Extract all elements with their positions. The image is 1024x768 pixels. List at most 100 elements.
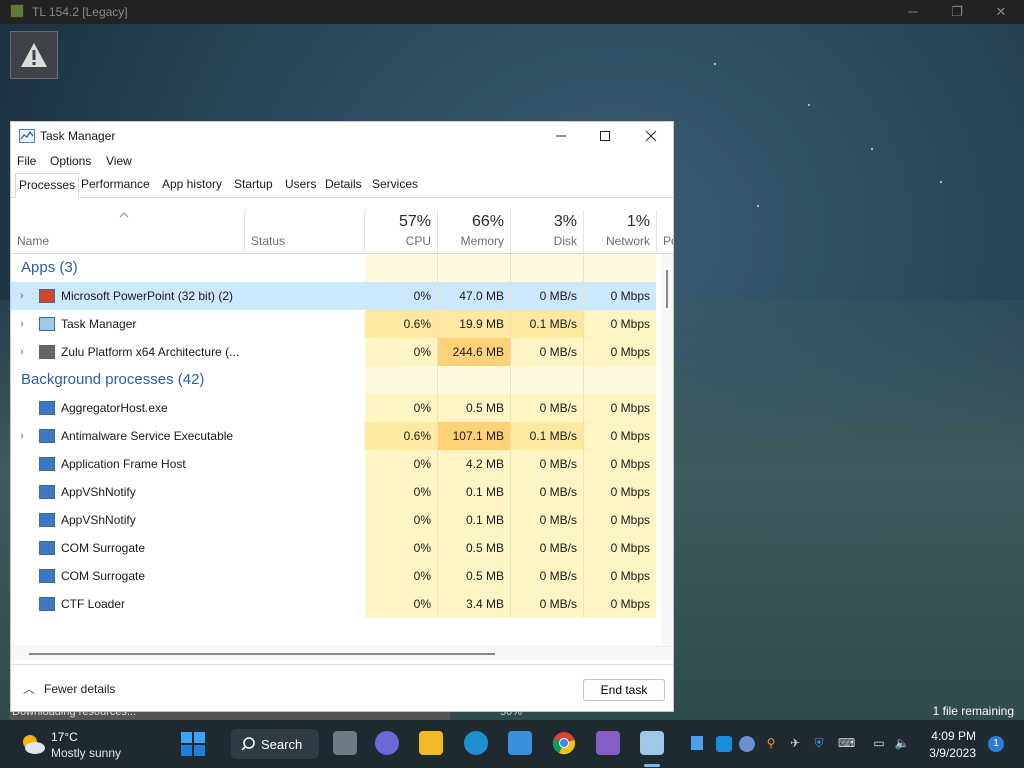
process-name: Task Manager: [61, 317, 137, 331]
column-status[interactable]: Status: [245, 210, 365, 254]
tab-users[interactable]: Users: [282, 173, 319, 198]
tab-services[interactable]: Services: [369, 173, 421, 198]
clock-date[interactable]: 3/9/2023: [916, 746, 976, 760]
edge-icon[interactable]: [464, 731, 488, 755]
weather-description[interactable]: Mostly sunny: [51, 746, 121, 760]
close-button[interactable]: [628, 122, 674, 150]
minimize-button[interactable]: [538, 122, 584, 150]
table-row[interactable]: CTF Loader 0% 3.4 MB 0 MB/s 0 Mbps: [11, 590, 656, 618]
tab-startup[interactable]: Startup: [231, 173, 276, 198]
file-explorer-icon[interactable]: [419, 731, 443, 755]
vertical-scrollbar[interactable]: [661, 254, 673, 646]
column-cpu[interactable]: 57% CPU: [365, 210, 438, 254]
menu-bar: File Options View: [11, 150, 673, 172]
menu-options[interactable]: Options: [50, 154, 91, 168]
table-row[interactable]: › Antimalware Service Executable 0.6% 107.1…: [11, 422, 656, 450]
scroll-thumb[interactable]: [666, 270, 668, 308]
process-icon: [39, 513, 55, 527]
close-button[interactable]: ✕: [986, 2, 1016, 22]
visual-studio-icon[interactable]: [596, 731, 620, 755]
clock-time[interactable]: 4:09 PM: [924, 729, 976, 743]
table-row[interactable]: AppVShNotify 0% 0.1 MB 0 MB/s 0 Mbps: [11, 506, 656, 534]
group-header: Background processes (42): [21, 371, 205, 388]
column-disk[interactable]: 3% Disk: [511, 210, 584, 254]
process-icon: [39, 485, 55, 499]
column-memory[interactable]: 66% Memory: [438, 210, 511, 254]
weather-temperature[interactable]: 17°C: [51, 730, 78, 744]
tray-sync-icon[interactable]: [716, 736, 732, 752]
tray-search-icon[interactable]: ⚲: [763, 736, 779, 752]
expand-chevron-icon[interactable]: ›: [20, 338, 24, 366]
group-background: Background processes (42): [11, 366, 656, 394]
menu-view[interactable]: View: [106, 154, 132, 168]
column-network[interactable]: 1% Network: [584, 210, 657, 254]
cell-net: 0 Mbps: [584, 506, 656, 534]
tray-security-icon[interactable]: ⛨: [811, 736, 827, 752]
task-view-icon[interactable]: [333, 731, 357, 755]
chrome-icon[interactable]: [552, 731, 576, 755]
table-row[interactable]: › Zulu Platform x64 Architecture (... 0% 24…: [11, 338, 656, 366]
cell-cpu: 0%: [365, 590, 438, 618]
table-row[interactable]: Application Frame Host 0% 4.2 MB 0 MB/s 0 Mb…: [11, 450, 656, 478]
star: [808, 104, 810, 106]
process-name: Antimalware Service Executable: [61, 429, 234, 443]
end-task-button[interactable]: End task: [583, 679, 665, 701]
cell-disk: 0.1 MB/s: [511, 422, 584, 450]
process-name: COM Surrogate: [61, 541, 146, 555]
cell-cpu: 0.6%: [365, 422, 438, 450]
game-window-titlebar: TL 154.2 [Legacy] ─ ❐ ✕: [0, 0, 1024, 24]
column-name[interactable]: Name: [11, 210, 245, 254]
display-icon[interactable]: ▭: [871, 736, 887, 752]
chat-icon[interactable]: [375, 731, 399, 755]
task-manager-titlebar: Task Manager: [11, 122, 673, 150]
process-list: Apps (3) › Microsoft PowerPoint (32 bit) (…: [11, 254, 656, 646]
minecraft-icon: [10, 4, 24, 18]
keyboard-icon[interactable]: ⌨: [838, 736, 855, 752]
cell-disk: 0 MB/s: [511, 590, 584, 618]
table-row[interactable]: AppVShNotify 0% 0.1 MB 0 MB/s 0 Mbps: [11, 478, 656, 506]
windows-start-icon[interactable]: [181, 732, 205, 756]
table-row[interactable]: COM Surrogate 0% 0.5 MB 0 MB/s 0 Mbps: [11, 534, 656, 562]
expand-chevron-icon[interactable]: ›: [20, 422, 24, 450]
task-manager-taskbar-icon[interactable]: [640, 731, 664, 755]
cell-net: 0 Mbps: [584, 338, 656, 366]
tab-processes[interactable]: Processes: [15, 173, 80, 198]
tab-performance[interactable]: Performance: [78, 173, 153, 198]
search-label: Search: [261, 737, 303, 752]
weather-icon[interactable]: [20, 732, 46, 756]
table-row[interactable]: › Task Manager 0.6% 19.9 MB 0.1 MB/s 0 Mbps: [11, 310, 656, 338]
expand-chevron-icon[interactable]: ›: [20, 310, 24, 338]
tab-app-history[interactable]: App history: [159, 173, 225, 198]
table-row[interactable]: › Microsoft PowerPoint (32 bit) (2) 0% 47.0…: [11, 282, 656, 310]
cell-cpu: 0%: [365, 450, 438, 478]
horizontal-scrollbar[interactable]: [11, 646, 673, 660]
minimize-button[interactable]: ─: [898, 2, 928, 22]
scroll-thumb[interactable]: [29, 653, 495, 655]
store-icon[interactable]: [508, 731, 532, 755]
process-icon: [39, 457, 55, 471]
cell-mem: 0.5 MB: [438, 394, 511, 422]
search-button[interactable]: Search: [231, 729, 319, 759]
expand-chevron-icon[interactable]: ›: [20, 282, 24, 310]
cell-mem: 107.1 MB: [438, 422, 511, 450]
process-icon: [39, 401, 55, 415]
notification-badge[interactable]: 1: [988, 736, 1004, 752]
table-row[interactable]: AggregatorHost.exe 0% 0.5 MB 0 MB/s 0 Mbps: [11, 394, 656, 422]
cell-empty: [511, 366, 584, 394]
tray-app-icon[interactable]: [691, 736, 703, 750]
tab-details[interactable]: Details: [322, 173, 365, 198]
column-power[interactable]: Po: [657, 210, 673, 254]
menu-file[interactable]: File: [17, 154, 36, 168]
table-row[interactable]: COM Surrogate 0% 0.5 MB 0 MB/s 0 Mbps: [11, 562, 656, 590]
maximize-button[interactable]: [582, 122, 628, 150]
cell-net: 0 Mbps: [584, 590, 656, 618]
cell-mem: 3.4 MB: [438, 590, 511, 618]
restore-button[interactable]: ❐: [942, 2, 972, 22]
fewer-details-link[interactable]: Fewer details: [44, 682, 115, 696]
warning-icon: [10, 31, 58, 79]
volume-icon[interactable]: 🔈: [894, 736, 910, 752]
cell-disk: 0 MB/s: [511, 338, 584, 366]
tray-network-icon[interactable]: ✈: [787, 736, 803, 752]
search-icon: [241, 737, 255, 751]
tray-vpn-icon[interactable]: [739, 736, 755, 752]
